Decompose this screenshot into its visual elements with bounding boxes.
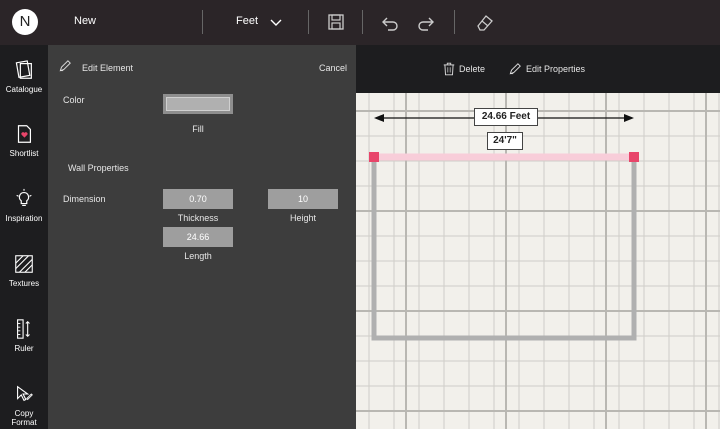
fill-label: Fill (192, 124, 204, 134)
app-logo[interactable]: N (12, 9, 38, 35)
divider (362, 10, 363, 34)
sidebar-item-textures[interactable]: Textures (0, 253, 48, 288)
edit-pencil-icon[interactable] (508, 61, 522, 77)
shortlist-icon (17, 125, 32, 143)
fill-color-preview (166, 97, 230, 111)
delete-button[interactable]: Delete (459, 64, 485, 74)
sidebar-item-label: Format (11, 418, 37, 427)
lightbulb-icon (16, 188, 32, 207)
height-label: Height (289, 213, 316, 223)
sidebar-item-label: Copy (14, 409, 34, 418)
wall-properties-heading: Wall Properties (68, 163, 129, 173)
length-input[interactable]: 24.66 (163, 227, 233, 247)
arrow-left-icon (374, 114, 384, 122)
redo-icon[interactable] (414, 10, 438, 34)
divider (454, 10, 455, 34)
wall-handle-left[interactable] (369, 152, 379, 162)
panel-title: Edit Element (82, 63, 134, 73)
eraser-icon[interactable] (472, 10, 496, 34)
textures-icon (15, 255, 33, 273)
cancel-button[interactable]: Cancel (319, 63, 347, 73)
copy-format-icon (17, 385, 33, 402)
arrow-right-icon (624, 114, 634, 122)
sidebar-item-shortlist[interactable]: Shortlist (0, 123, 48, 158)
dimension-label: Dimension (63, 194, 106, 204)
ruler-icon (17, 319, 30, 339)
save-icon[interactable] (324, 10, 348, 34)
undo-icon[interactable] (378, 10, 402, 34)
length-feet-label: 24.66 Feet (474, 108, 538, 126)
color-label: Color (63, 95, 85, 105)
length-label: Length (184, 251, 212, 261)
floor-plan-canvas[interactable]: 24.66 Feet 24'7" (356, 93, 720, 429)
height-input[interactable]: 10 (268, 189, 338, 209)
sidebar-item-label: Textures (8, 279, 40, 288)
floor-plan-drawing (356, 93, 720, 429)
sidebar-item-inspiration[interactable]: Inspiration (0, 188, 48, 223)
top-bar: N New Feet (0, 0, 720, 45)
unit-select[interactable]: Feet (236, 15, 258, 27)
sidebar-item-ruler[interactable]: Ruler (0, 318, 48, 353)
sidebar: Catalogue Shortlist Inspiration Textures (0, 45, 48, 429)
divider (202, 10, 203, 34)
catalogue-icon (15, 60, 32, 79)
pencil-icon (59, 60, 71, 72)
trash-icon[interactable] (442, 61, 456, 77)
sidebar-item-label: Catalogue (5, 85, 43, 94)
sidebar-item-label: Shortlist (9, 149, 39, 158)
chevron-down-icon[interactable] (264, 10, 288, 34)
wall-handle-right[interactable] (629, 152, 639, 162)
thickness-input[interactable]: 0.70 (163, 189, 233, 209)
edit-properties-button[interactable]: Edit Properties (526, 64, 585, 74)
fill-color-swatch[interactable] (163, 94, 233, 114)
canvas-toolbar: Delete Edit Properties (356, 45, 720, 93)
thickness-label: Thickness (177, 213, 219, 223)
divider (308, 10, 309, 34)
new-button[interactable]: New (74, 15, 96, 27)
edit-element-panel: Edit Element Cancel Color Fill Wall Prop… (48, 45, 356, 429)
sidebar-item-label: Inspiration (5, 214, 43, 223)
sidebar-item-label: Ruler (14, 344, 34, 353)
length-ftin-label: 24'7" (487, 132, 523, 150)
sidebar-item-catalogue[interactable]: Catalogue (0, 59, 48, 94)
sidebar-item-copy-format[interactable]: Copy Format (0, 383, 48, 427)
grid-lines (356, 93, 720, 429)
